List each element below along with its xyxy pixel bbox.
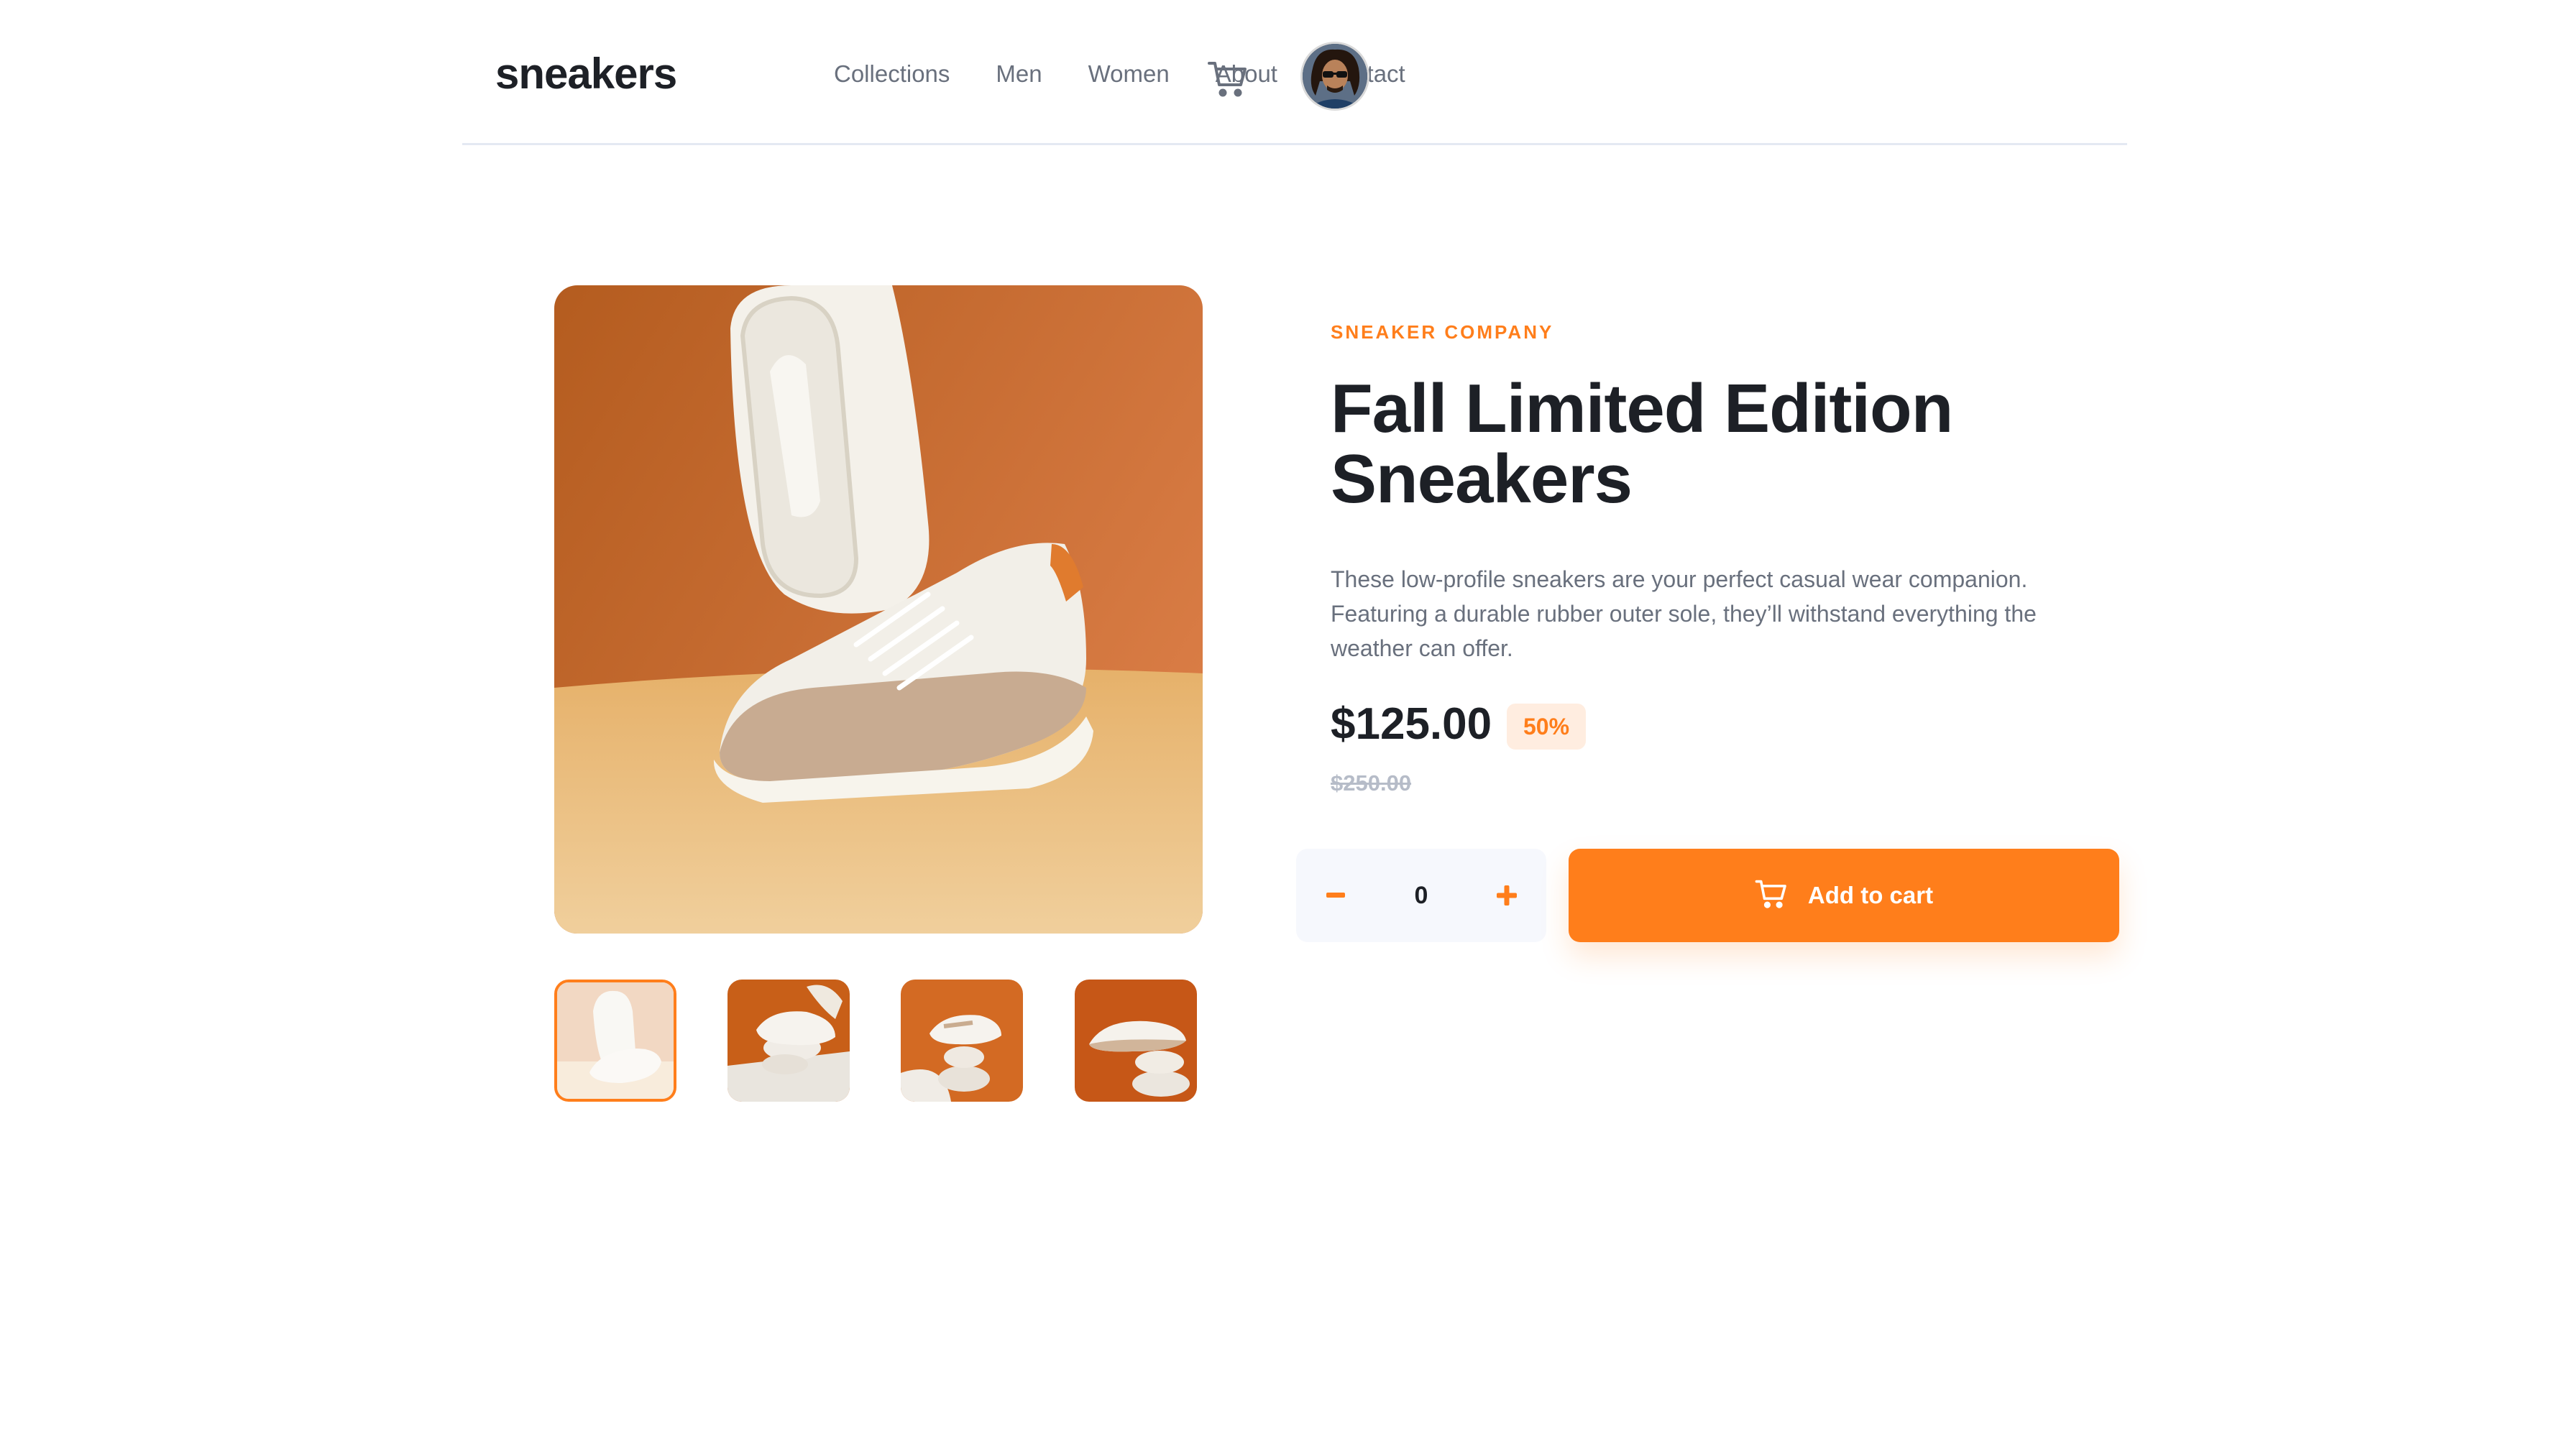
plus-icon	[1497, 885, 1517, 906]
thumbnail-2[interactable]	[727, 980, 850, 1102]
original-price: $250.00	[1331, 770, 1412, 796]
site-header: sneakers Collections Men Women About Con…	[462, 0, 2127, 145]
user-avatar[interactable]	[1300, 42, 1369, 111]
add-to-cart-label: Add to cart	[1807, 882, 1934, 908]
minus-icon	[1326, 893, 1345, 898]
thumbnail-1[interactable]	[554, 980, 676, 1102]
nav-collections[interactable]: Collections	[834, 60, 950, 88]
product-page: sneakers Collections Men Women About Con…	[0, 0, 2575, 1456]
increase-quantity-button[interactable]	[1467, 849, 1546, 942]
current-price: $125.00	[1331, 699, 1492, 749]
add-to-cart-button[interactable]: Add to cart	[1569, 849, 2119, 942]
cart-icon	[1755, 879, 1788, 913]
logo[interactable]: sneakers	[495, 49, 677, 98]
nav-men[interactable]: Men	[996, 60, 1042, 88]
decrease-quantity-button[interactable]	[1296, 849, 1375, 942]
thumbnail-4[interactable]	[1075, 980, 1197, 1102]
product-description: These low-profile sneakers are your perf…	[1331, 566, 2037, 661]
product-title: Fall Limited Edition Sneakers	[1331, 374, 2121, 515]
product-title-line2: Sneakers	[1331, 441, 1633, 517]
quantity-stepper: 0	[1296, 849, 1546, 942]
product-title-line1: Fall Limited Edition	[1331, 370, 1953, 447]
nav-women[interactable]: Women	[1088, 60, 1170, 88]
cart-icon[interactable]	[1207, 60, 1249, 98]
company-name: SNEAKER COMPANY	[1331, 321, 1554, 343]
quantity-value: 0	[1414, 882, 1428, 909]
product-main-image[interactable]	[554, 285, 1203, 934]
thumbnail-3[interactable]	[901, 980, 1023, 1102]
discount-badge: 50%	[1507, 704, 1586, 750]
